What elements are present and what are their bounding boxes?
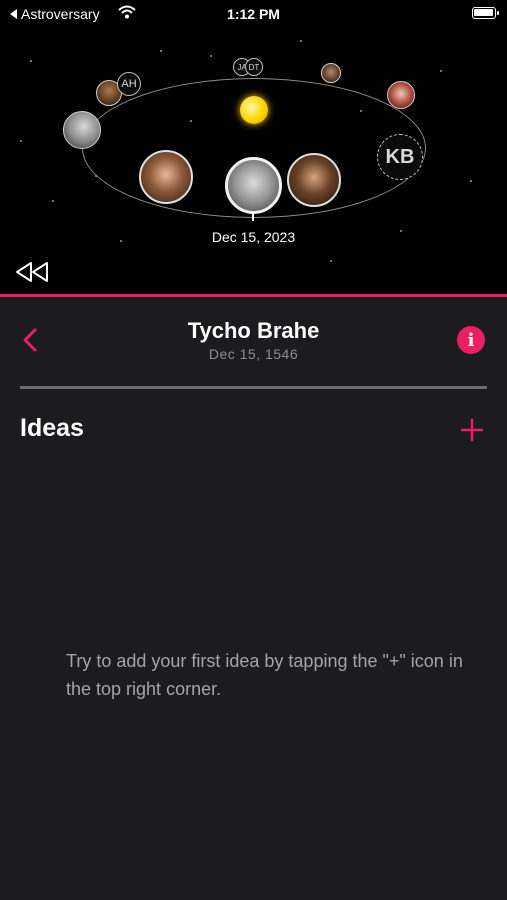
- star: [470, 180, 472, 182]
- battery-icon: [472, 7, 499, 19]
- star: [30, 60, 32, 62]
- initials-planet[interactable]: KB: [377, 134, 423, 180]
- empty-state-message: Try to add your first idea by tapping th…: [66, 651, 463, 699]
- info-icon[interactable]: i: [457, 326, 485, 354]
- rewind-icon[interactable]: [12, 260, 52, 284]
- star: [300, 40, 302, 42]
- status-time: 1:12 PM: [227, 6, 280, 22]
- star: [20, 140, 22, 142]
- person-birth-date: Dec 15, 1546: [208, 346, 299, 362]
- accent-divider: [0, 294, 507, 297]
- header-divider: [20, 386, 487, 389]
- initials-planet[interactable]: AH: [117, 72, 141, 96]
- person-planet[interactable]: [321, 63, 341, 83]
- ideas-section-title: Ideas: [20, 414, 84, 442]
- star: [330, 260, 332, 262]
- date-marker: [252, 213, 254, 221]
- person-planet[interactable]: [63, 111, 101, 149]
- orbit-panel: Astroversary 1:12 PM AH JA DT KB Dec 15,…: [0, 0, 507, 294]
- selected-person-planet[interactable]: [225, 157, 282, 214]
- add-idea-plus-icon[interactable]: [460, 418, 484, 442]
- star: [210, 55, 212, 57]
- star: [52, 200, 54, 202]
- initials-planet[interactable]: DT: [245, 58, 263, 76]
- person-name: Tycho Brahe: [187, 318, 320, 343]
- person-planet[interactable]: [387, 81, 415, 109]
- orbit-date-label: Dec 15, 2023: [211, 229, 296, 245]
- sun-icon: [240, 96, 268, 124]
- star: [440, 70, 442, 72]
- star: [160, 50, 162, 52]
- person-planet[interactable]: [139, 150, 193, 204]
- status-bar: Astroversary 1:12 PM: [0, 0, 507, 28]
- person-planet[interactable]: [287, 153, 341, 207]
